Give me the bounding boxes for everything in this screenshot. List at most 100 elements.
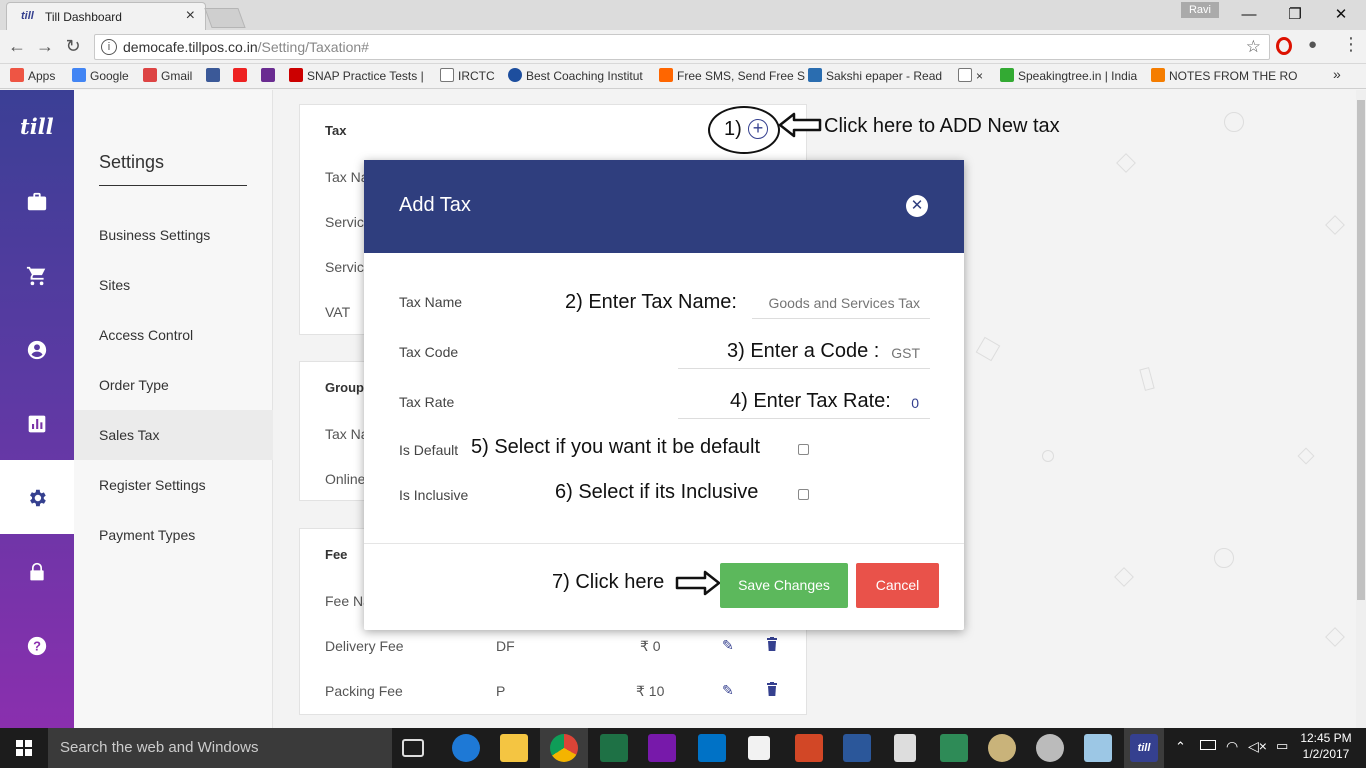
- paint-icon[interactable]: [988, 734, 1016, 762]
- blogger-icon: [1151, 68, 1165, 82]
- nav-business-settings[interactable]: Business Settings: [74, 210, 273, 260]
- lock-icon[interactable]: [0, 534, 74, 608]
- wifi-icon[interactable]: ◠: [1226, 738, 1238, 755]
- profile-badge[interactable]: Ravi: [1181, 2, 1219, 18]
- photos-icon[interactable]: [940, 734, 968, 762]
- gear-icon[interactable]: [0, 460, 74, 534]
- page-scrollbar[interactable]: [1356, 90, 1366, 728]
- edge-icon[interactable]: [452, 734, 480, 762]
- menu-icon[interactable]: ⋮: [1342, 34, 1360, 55]
- nav-order-type[interactable]: Order Type: [74, 360, 273, 410]
- nav-sales-tax[interactable]: Sales Tax: [74, 410, 273, 460]
- back-icon[interactable]: ←: [6, 36, 28, 57]
- is-inclusive-checkbox[interactable]: [798, 489, 809, 500]
- store-icon[interactable]: [748, 736, 770, 760]
- powerpoint-icon[interactable]: [795, 734, 823, 762]
- address-toolbar: ← → ↻ i democafe.tillpos.co.in/Setting/T…: [0, 30, 1366, 64]
- sticky-icon[interactable]: [1084, 734, 1112, 762]
- windows-taskbar: Search the web and Windows till ⌃ ◠ ◁× ▭…: [0, 728, 1366, 768]
- bookmark-gmail[interactable]: Gmail: [143, 68, 192, 83]
- edit-icon[interactable]: ✎: [722, 637, 734, 654]
- chrome-icon[interactable]: [550, 734, 578, 762]
- calculator-icon[interactable]: [894, 734, 916, 762]
- browser-titlebar: till Till Dashboard × Ravi — ❐ ✕: [0, 0, 1366, 30]
- tax-code-label: Tax Code: [399, 344, 459, 360]
- browser-tab[interactable]: till Till Dashboard ×: [6, 2, 206, 30]
- bookmark-sms[interactable]: Free SMS, Send Free S: [659, 68, 805, 83]
- decor-diamond: [1116, 153, 1136, 173]
- task-view-icon[interactable]: [402, 739, 424, 757]
- minimize-icon[interactable]: —: [1226, 3, 1272, 27]
- is-default-checkbox[interactable]: [798, 444, 809, 455]
- annotation-oval: [708, 106, 780, 154]
- nav-register-settings[interactable]: Register Settings: [74, 460, 273, 510]
- bookmark-blank[interactable]: ×: [958, 68, 983, 83]
- nav-payment-types[interactable]: Payment Types: [74, 510, 273, 560]
- nav-access-control[interactable]: Access Control: [74, 310, 273, 360]
- opera-extension-icon[interactable]: [1276, 37, 1292, 55]
- bookmark-snap[interactable]: SNAP Practice Tests |: [289, 68, 424, 83]
- add-tax-plus-icon[interactable]: +: [748, 119, 768, 139]
- clock-date: 1/2/2017: [1302, 747, 1350, 761]
- delete-icon[interactable]: [766, 637, 778, 654]
- bookmarks-more-icon[interactable]: »: [1333, 66, 1341, 82]
- bookmark-apps[interactable]: Apps: [10, 68, 55, 83]
- account-icon[interactable]: [0, 312, 74, 386]
- bookmark-speakingtree[interactable]: Speakingtree.in | India: [1000, 68, 1137, 83]
- bookmark-google[interactable]: Google: [72, 68, 129, 83]
- chart-icon[interactable]: [0, 386, 74, 460]
- bookmarks-bar: Apps Google Gmail SNAP Practice Tests | …: [0, 64, 1366, 89]
- forward-icon[interactable]: →: [34, 36, 56, 57]
- reload-icon[interactable]: ↻: [62, 36, 84, 57]
- edit-icon[interactable]: ✎: [722, 682, 734, 699]
- outlook-icon[interactable]: [698, 734, 726, 762]
- help-icon[interactable]: ?: [0, 608, 74, 682]
- bookmark-youtube[interactable]: [233, 68, 251, 83]
- volume-icon[interactable]: ◁×: [1248, 738, 1267, 755]
- site-info-icon[interactable]: i: [101, 39, 117, 55]
- is-default-label: Is Default: [399, 442, 459, 458]
- bookmark-star-icon[interactable]: ☆: [1246, 37, 1261, 57]
- battery-icon[interactable]: [1200, 740, 1216, 750]
- file-explorer-icon[interactable]: [500, 734, 528, 762]
- snipping-icon[interactable]: [1036, 734, 1064, 762]
- notifications-icon[interactable]: ▭: [1276, 738, 1288, 754]
- restore-icon[interactable]: ❐: [1272, 3, 1318, 27]
- briefcase-icon[interactable]: [0, 164, 74, 238]
- bookmark-facebook[interactable]: [206, 68, 224, 83]
- close-window-icon[interactable]: ✕: [1318, 3, 1364, 27]
- bookmark-notes[interactable]: NOTES FROM THE RO: [1151, 68, 1297, 83]
- decor-circle: [1224, 112, 1244, 132]
- bookmark-sakshi[interactable]: Sakshi epaper - Read: [808, 68, 942, 83]
- clock[interactable]: 12:45 PM 1/2/2017: [1298, 731, 1354, 761]
- new-tab-button[interactable]: [204, 8, 246, 28]
- delete-icon[interactable]: [766, 682, 778, 699]
- scrollbar-thumb[interactable]: [1357, 100, 1365, 600]
- windows-start-icon[interactable]: [0, 728, 48, 768]
- cart-icon[interactable]: [0, 238, 74, 312]
- youtube-icon: [233, 68, 247, 82]
- bookmark-coaching[interactable]: Best Coaching Institut: [508, 68, 643, 83]
- tax-name-input[interactable]: [752, 288, 930, 319]
- excel-icon[interactable]: [600, 734, 628, 762]
- annotation-step1-number: 1): [724, 118, 742, 140]
- bookmark-yahoo[interactable]: [261, 68, 279, 83]
- tray-chevron-icon[interactable]: ⌃: [1175, 739, 1186, 755]
- onenote-icon[interactable]: [648, 734, 676, 762]
- save-changes-button[interactable]: Save Changes: [720, 563, 848, 608]
- sms-icon: [659, 68, 673, 82]
- add-tax-modal: Add Tax ✕ Tax Name 2) Enter Tax Name: Ta…: [364, 160, 964, 630]
- word-icon[interactable]: [843, 734, 871, 762]
- address-bar[interactable]: i democafe.tillpos.co.in/Setting/Taxatio…: [94, 34, 1270, 60]
- extension-icon[interactable]: ●: [1308, 36, 1317, 53]
- tax-rate-input[interactable]: [678, 388, 930, 419]
- close-modal-icon[interactable]: ✕: [906, 195, 928, 217]
- tax-code-input[interactable]: [678, 338, 930, 369]
- till-app-icon[interactable]: till: [1130, 734, 1158, 762]
- bookmark-irctc[interactable]: IRCTC: [440, 68, 495, 83]
- annotation-step1: Click here to ADD New tax: [824, 115, 1060, 137]
- close-tab-icon[interactable]: ×: [186, 7, 195, 25]
- cancel-button[interactable]: Cancel: [856, 563, 939, 608]
- nav-sites[interactable]: Sites: [74, 260, 273, 310]
- taskbar-search-box[interactable]: Search the web and Windows: [48, 728, 392, 768]
